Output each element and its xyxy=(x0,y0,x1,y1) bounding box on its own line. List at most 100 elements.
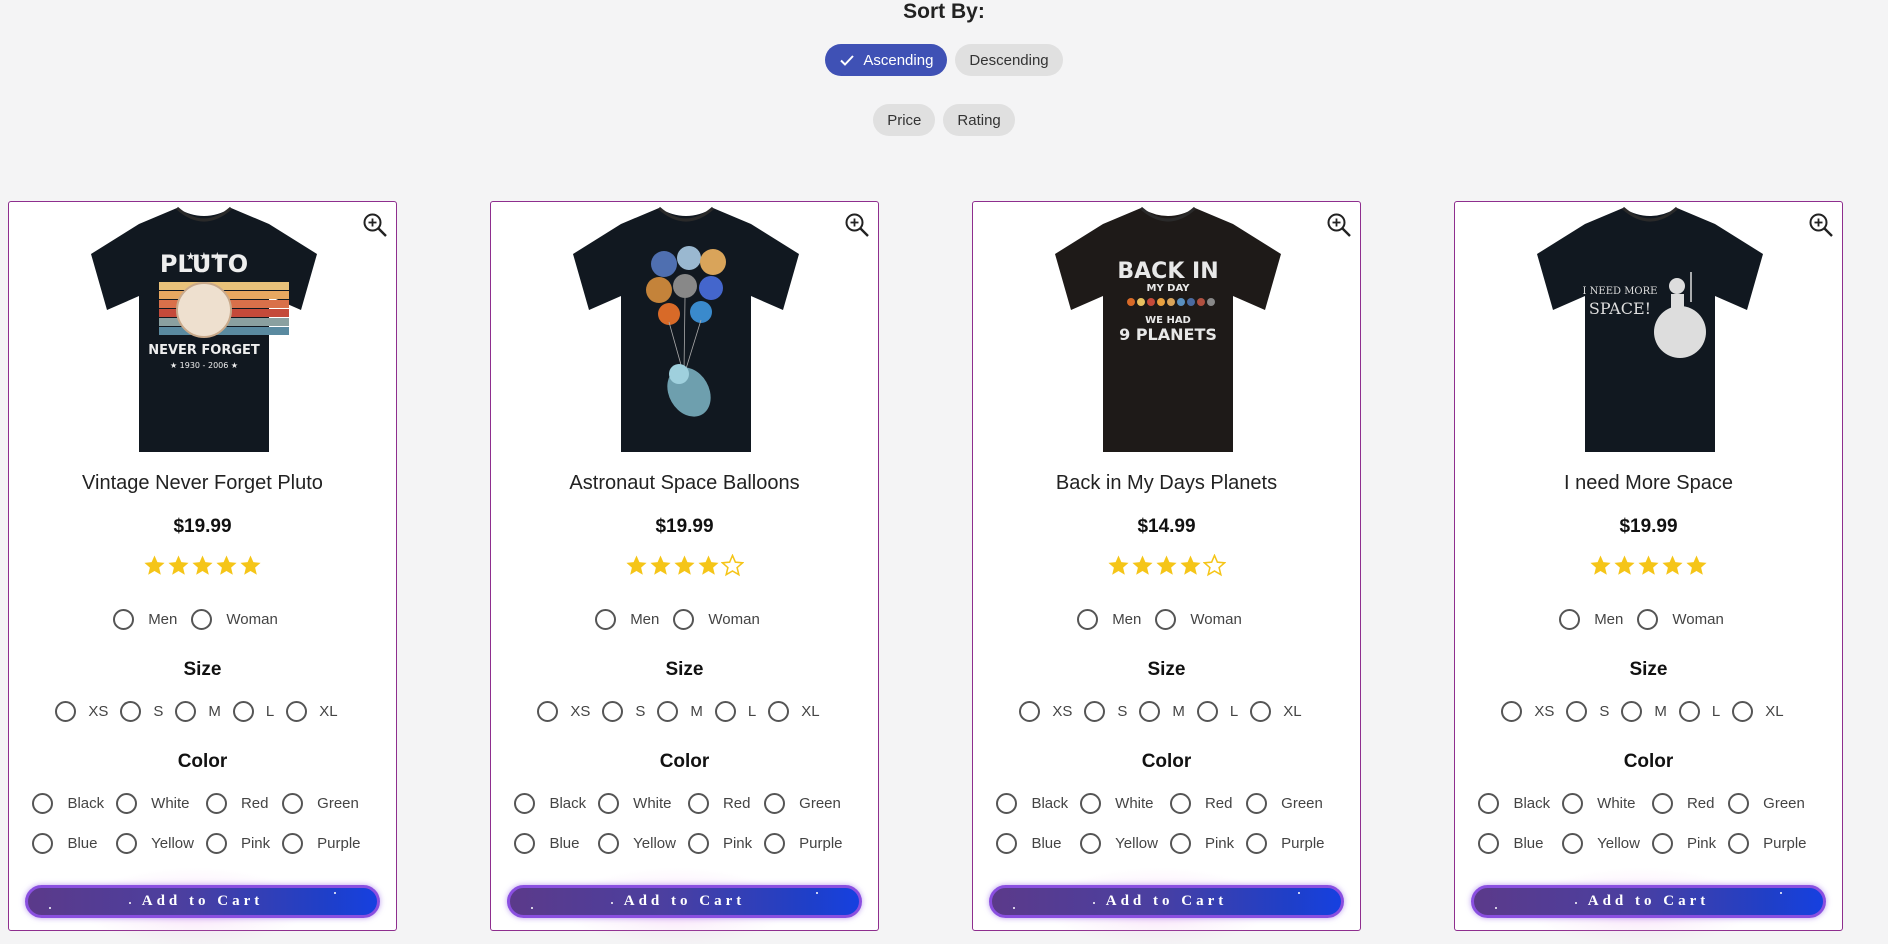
color-radio[interactable] xyxy=(514,832,536,854)
color-radio[interactable] xyxy=(282,832,304,854)
add-to-cart-button[interactable]: Add to Cart xyxy=(25,885,380,918)
color-radio[interactable] xyxy=(205,792,227,814)
size-radio[interactable] xyxy=(1732,701,1754,722)
star-filled-icon xyxy=(1686,555,1707,575)
star-filled-icon xyxy=(144,555,165,575)
color-radio[interactable] xyxy=(598,792,620,814)
product-name: Vintage Never Forget Pluto xyxy=(82,472,323,494)
size-radio[interactable] xyxy=(1250,701,1272,722)
size-radio[interactable] xyxy=(1678,701,1700,722)
shirt-print-text: ★ 1930 - 2006 ★ xyxy=(170,361,238,370)
size-radio[interactable] xyxy=(537,701,559,722)
gender-radio[interactable] xyxy=(113,609,135,630)
gender-radio[interactable] xyxy=(191,609,213,630)
size-radio[interactable] xyxy=(286,701,308,722)
add-to-cart-label: Add to Cart xyxy=(1587,893,1710,909)
color-radio[interactable] xyxy=(1562,792,1584,814)
size-radio[interactable] xyxy=(1566,701,1588,722)
color-radio[interactable] xyxy=(1246,792,1268,814)
size-radio[interactable] xyxy=(768,701,790,722)
zoom-in-icon[interactable] xyxy=(1808,212,1834,238)
pluto-tshirt[interactable]: PLUTO ★ ★ ★ NEVER FORGET ★ 1930 - 2006 ★ xyxy=(79,202,329,454)
sort-price-chip[interactable]: Price xyxy=(873,104,936,136)
shirt-print-text: SPACE! xyxy=(1589,299,1651,318)
size-label: L xyxy=(1229,703,1239,720)
size-radio[interactable] xyxy=(602,701,624,722)
size-radio[interactable] xyxy=(714,701,736,722)
astronaut-moon-tshirt[interactable]: I NEED MORE SPACE! xyxy=(1525,202,1775,454)
color-radio[interactable] xyxy=(1651,792,1673,814)
color-radio[interactable] xyxy=(514,792,536,814)
product-card: I NEED MORE SPACE! I need More Space $19… xyxy=(1454,201,1843,944)
color-radio[interactable] xyxy=(598,832,620,854)
color-options: Black Blue White Yellow Red Pink Green P… xyxy=(1455,792,1842,854)
size-radio[interactable] xyxy=(232,701,254,722)
size-radio[interactable] xyxy=(657,701,679,722)
size-radio[interactable] xyxy=(1501,701,1523,722)
gender-radio[interactable] xyxy=(673,609,695,630)
planets-tshirt[interactable]: BACK IN MY DAY WE HAD 9 PLANETS xyxy=(1043,202,1293,454)
size-radio[interactable] xyxy=(55,701,77,722)
color-radio[interactable] xyxy=(1080,792,1102,814)
color-radio[interactable] xyxy=(1651,832,1673,854)
shirt-print-text: NEVER FORGET xyxy=(148,343,260,358)
gender-radio[interactable] xyxy=(595,609,617,630)
astronaut-balloons-tshirt[interactable] xyxy=(561,202,811,454)
color-radio[interactable] xyxy=(1246,832,1268,854)
color-radio[interactable] xyxy=(1562,832,1584,854)
sort-descending-chip[interactable]: Descending xyxy=(955,44,1063,76)
gender-radio[interactable] xyxy=(1077,609,1099,630)
size-options: XS S M L XL xyxy=(1455,701,1842,722)
gender-options: Men Woman xyxy=(491,609,878,630)
zoom-in-icon[interactable] xyxy=(362,212,388,238)
add-to-cart-button[interactable]: Add to Cart xyxy=(507,885,862,918)
color-radio[interactable] xyxy=(687,832,709,854)
color-radio[interactable] xyxy=(116,832,138,854)
zoom-in-icon[interactable] xyxy=(844,212,870,238)
color-radio[interactable] xyxy=(996,832,1018,854)
sort-ascending-chip[interactable]: Ascending xyxy=(825,44,948,76)
gender-radio[interactable] xyxy=(1637,609,1659,630)
color-label: Green xyxy=(1763,794,1805,812)
size-radio[interactable] xyxy=(1139,701,1161,722)
size-label: S xyxy=(153,703,164,720)
size-radio[interactable] xyxy=(175,701,197,722)
color-radio[interactable] xyxy=(32,832,54,854)
add-to-cart-button[interactable]: Add to Cart xyxy=(989,885,1344,918)
color-radio[interactable] xyxy=(1478,792,1500,814)
size-title: Size xyxy=(183,659,222,680)
product-price: $19.99 xyxy=(655,516,714,537)
color-radio[interactable] xyxy=(764,792,786,814)
color-radio[interactable] xyxy=(205,832,227,854)
color-radio[interactable] xyxy=(32,792,54,814)
sort-order-chips: Ascending Descending xyxy=(0,44,1888,76)
color-radio[interactable] xyxy=(687,792,709,814)
color-radio[interactable] xyxy=(1080,832,1102,854)
shirt-print-text: BACK IN xyxy=(1117,259,1218,284)
color-radio[interactable] xyxy=(1169,792,1191,814)
size-radio[interactable] xyxy=(1019,701,1041,722)
gender-radio[interactable] xyxy=(1559,609,1581,630)
color-radio[interactable] xyxy=(282,792,304,814)
sort-rating-chip[interactable]: Rating xyxy=(943,104,1015,136)
sparkle xyxy=(1495,907,1497,909)
size-radio[interactable] xyxy=(120,701,142,722)
gender-options: Men Woman xyxy=(9,609,396,630)
size-radio[interactable] xyxy=(1621,701,1643,722)
size-radio[interactable] xyxy=(1084,701,1106,722)
color-radio[interactable] xyxy=(1728,832,1750,854)
gender-options: Men Woman xyxy=(973,609,1360,630)
gender-radio[interactable] xyxy=(1155,609,1177,630)
color-radio[interactable] xyxy=(764,832,786,854)
zoom-in-icon[interactable] xyxy=(1326,212,1352,238)
color-radio[interactable] xyxy=(996,792,1018,814)
color-radio[interactable] xyxy=(116,792,138,814)
color-radio[interactable] xyxy=(1169,832,1191,854)
color-radio[interactable] xyxy=(1728,792,1750,814)
color-radio[interactable] xyxy=(1478,832,1500,854)
gender-label: Men xyxy=(1594,611,1624,628)
color-label: Blue xyxy=(1031,834,1062,852)
size-radio[interactable] xyxy=(1196,701,1218,722)
sparkle xyxy=(611,902,613,904)
add-to-cart-button[interactable]: Add to Cart xyxy=(1471,885,1826,918)
